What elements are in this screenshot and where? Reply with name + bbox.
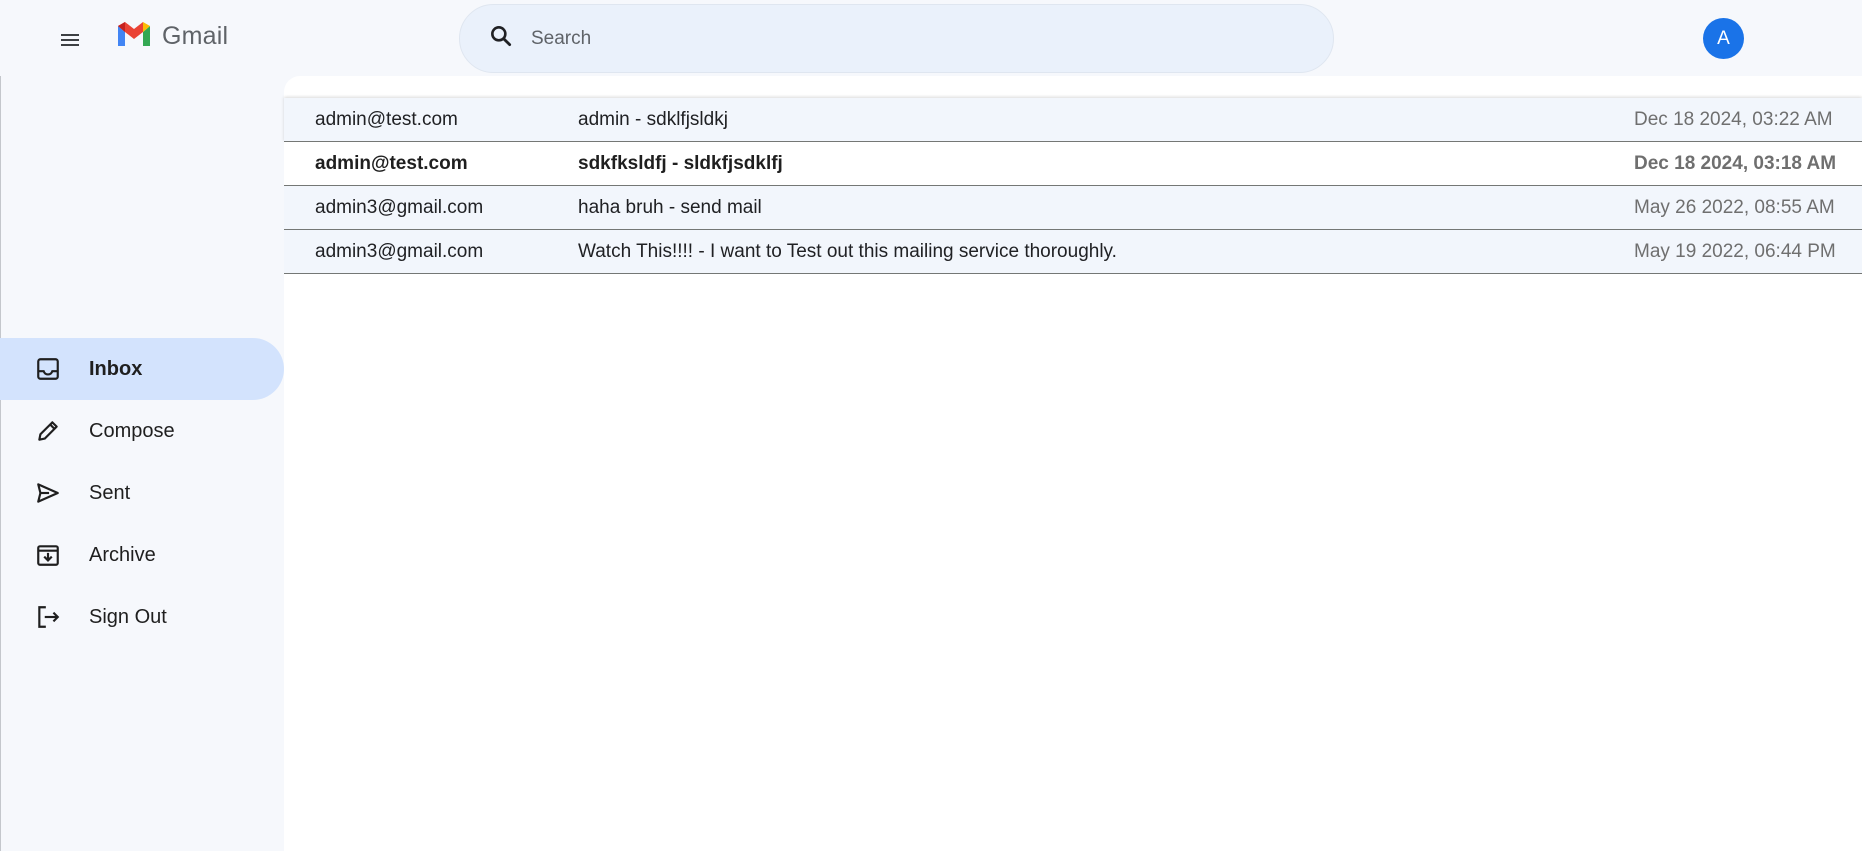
top-bar: Gmail A xyxy=(0,0,1862,76)
sidebar-item-sent[interactable]: Sent xyxy=(0,462,284,524)
sidebar-item-label: Inbox xyxy=(89,357,143,380)
email-sender: admin3@gmail.com xyxy=(315,196,484,218)
search-button[interactable] xyxy=(477,15,525,63)
sidebar-item-sign-out[interactable]: Sign Out xyxy=(0,586,284,648)
email-date: Dec 18 2024, 03:18 AM xyxy=(1634,152,1837,174)
logout-icon xyxy=(34,603,62,631)
search-icon xyxy=(488,23,514,54)
account-avatar[interactable]: A xyxy=(1703,18,1744,59)
inbox-icon xyxy=(34,355,62,383)
pencil-icon xyxy=(34,417,62,445)
hamburger-icon xyxy=(58,28,82,57)
send-icon xyxy=(34,479,62,507)
sidebar-item-inbox[interactable]: Inbox xyxy=(0,338,284,400)
email-row[interactable]: admin3@gmail.com haha bruh - send mail M… xyxy=(284,186,1862,230)
gmail-m-icon xyxy=(116,20,152,53)
main-menu-button[interactable] xyxy=(46,18,94,66)
search-bar xyxy=(459,4,1334,73)
email-sender: admin@test.com xyxy=(315,108,458,130)
email-sender: admin3@gmail.com xyxy=(315,240,484,262)
sidebar-item-label: Archive xyxy=(89,543,156,566)
email-list-panel: admin@test.com admin - sdklfjsldkj Dec 1… xyxy=(284,76,1862,851)
sidebar-item-compose[interactable]: Compose xyxy=(0,400,284,462)
app-name: Gmail xyxy=(162,22,229,50)
email-row[interactable]: admin@test.com admin - sdklfjsldkj Dec 1… xyxy=(284,98,1862,142)
archive-icon xyxy=(34,541,62,569)
email-date: Dec 18 2024, 03:22 AM xyxy=(1634,108,1833,130)
email-subject: haha bruh - send mail xyxy=(578,196,762,218)
email-list: admin@test.com admin - sdklfjsldkj Dec 1… xyxy=(284,98,1862,274)
gmail-logo[interactable]: Gmail xyxy=(116,20,228,53)
gmail-app: Gmail A Inbox xyxy=(0,0,1862,851)
sidebar-item-label: Sent xyxy=(89,481,131,504)
sidebar-item-label: Sign Out xyxy=(89,605,167,628)
email-sender: admin@test.com xyxy=(315,152,468,174)
sidebar-item-label: Compose xyxy=(89,419,175,442)
email-subject: admin - sdklfjsldkj xyxy=(578,108,728,130)
email-subject: sdkfksldfj - sldkfjsdklfj xyxy=(578,152,783,174)
email-date: May 26 2022, 08:55 AM xyxy=(1634,196,1835,218)
email-subject: Watch This!!!! - I want to Test out this… xyxy=(578,240,1117,262)
search-input[interactable] xyxy=(531,27,1291,50)
email-row[interactable]: admin3@gmail.com Watch This!!!! - I want… xyxy=(284,230,1862,274)
email-row[interactable]: admin@test.com sdkfksldfj - sldkfjsdklfj… xyxy=(284,142,1862,186)
sidebar: Inbox Compose Sent Archive Sign Out xyxy=(0,338,284,648)
sidebar-item-archive[interactable]: Archive xyxy=(0,524,284,586)
email-date: May 19 2022, 06:44 PM xyxy=(1634,240,1836,262)
